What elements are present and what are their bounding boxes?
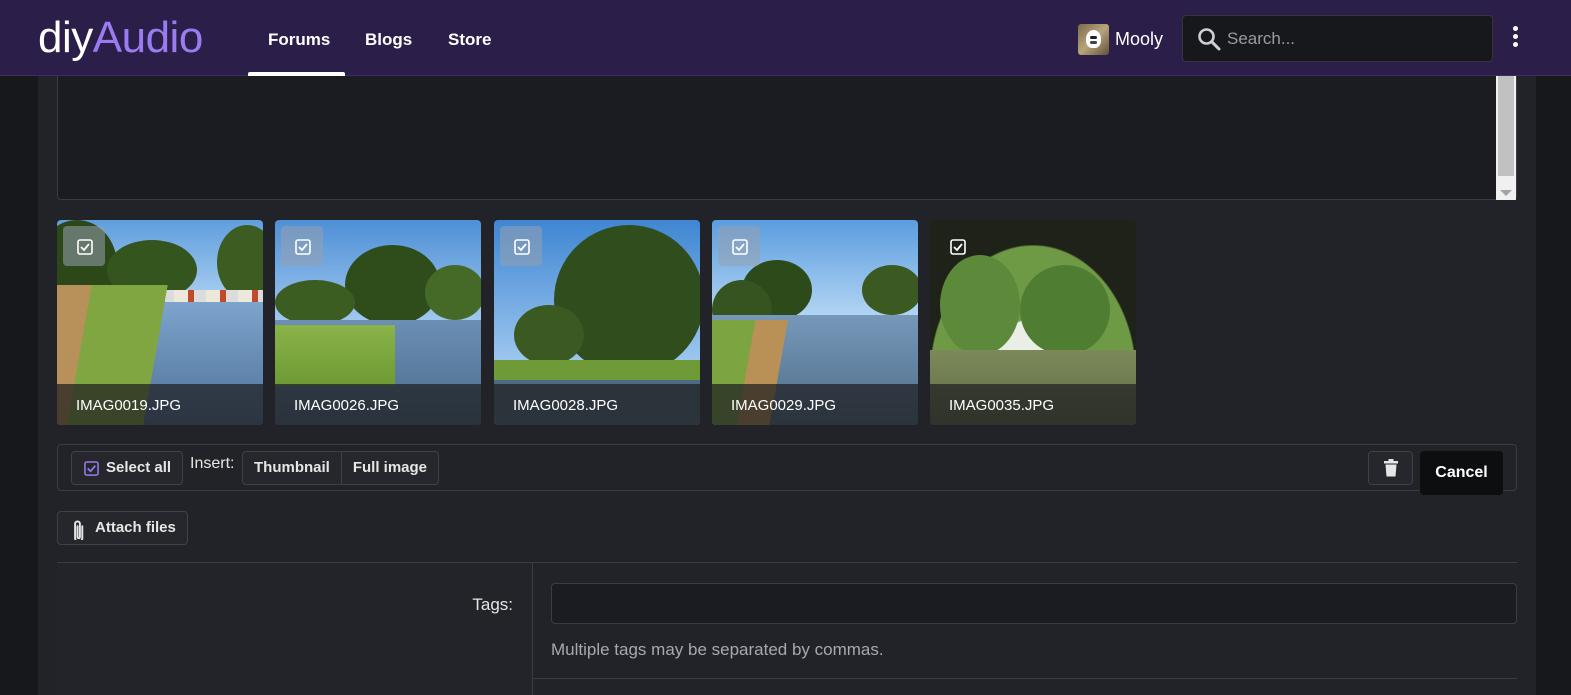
attachment-filename: IMAG0028.JPG [494, 384, 700, 425]
attachment-thumb[interactable]: IMAG0029.JPG [712, 220, 918, 425]
select-all-label: Select all [106, 459, 172, 476]
user-name: Mooly [1115, 28, 1164, 49]
avatar [1078, 23, 1109, 55]
user-menu[interactable]: Mooly [1078, 23, 1163, 55]
logo-text-audio: Audio [92, 13, 204, 62]
site-header: diyAudio Forums Blogs Store Mooly [0, 0, 1571, 76]
nav-blogs[interactable]: Blogs [345, 0, 432, 76]
delete-button[interactable] [1368, 451, 1413, 485]
scrollbar-thumb[interactable] [1498, 76, 1514, 176]
attachment-filename: IMAG0019.JPG [57, 384, 263, 425]
insert-full-image-button[interactable]: Full image [341, 451, 440, 485]
search-icon [1198, 28, 1221, 51]
message-editor[interactable] [57, 76, 1517, 200]
checkbox-checked-icon[interactable] [718, 226, 760, 266]
tags-hint: Multiple tags may be separated by commas… [551, 640, 884, 659]
attachment-filename: IMAG0029.JPG [712, 384, 918, 425]
checkbox-checked-icon [84, 461, 99, 476]
select-all-button[interactable]: Select all [71, 451, 184, 485]
nav-forums[interactable]: Forums [248, 0, 345, 76]
attachment-thumb[interactable]: IMAG0026.JPG [275, 220, 481, 425]
scroll-down-arrow-icon[interactable] [1500, 190, 1512, 196]
trash-icon [1384, 459, 1398, 477]
paperclip-icon [74, 520, 84, 540]
cancel-button[interactable]: Cancel [1420, 451, 1503, 495]
checkbox-checked-icon[interactable] [500, 226, 542, 266]
checkbox-checked-icon[interactable] [281, 226, 323, 266]
attach-files-button[interactable]: Attach files [57, 511, 188, 545]
insert-button-group: Thumbnail Full image [242, 451, 440, 485]
attachment-thumb[interactable]: IMAG0028.JPG [494, 220, 700, 425]
attachment-thumb[interactable]: IMAG0019.JPG [57, 220, 263, 425]
search-box [1182, 15, 1493, 62]
form-bottom-divider [533, 678, 1517, 679]
insert-thumbnail-button[interactable]: Thumbnail [242, 451, 342, 485]
checkbox-checked-icon[interactable] [63, 226, 105, 266]
attach-files-label: Attach files [95, 519, 176, 536]
editor-scrollbar[interactable] [1496, 76, 1516, 200]
form-column-divider [532, 563, 533, 695]
attachment-filename: IMAG0026.JPG [275, 384, 481, 425]
tags-input[interactable] [551, 583, 1517, 624]
checkbox-checked-icon[interactable] [936, 226, 978, 266]
nav-store[interactable]: Store [428, 0, 511, 76]
insert-label: Insert: [190, 455, 235, 472]
tags-label: Tags: [472, 595, 513, 614]
logo-text-diy: diy [38, 13, 93, 62]
attachment-filename: IMAG0035.JPG [930, 384, 1136, 425]
search-input[interactable] [1227, 16, 1477, 61]
attachment-thumb[interactable]: IMAG0035.JPG [930, 220, 1136, 425]
form-label-column [57, 563, 533, 695]
site-logo[interactable]: diyAudio [38, 8, 203, 68]
more-menu-icon[interactable] [1508, 26, 1522, 52]
